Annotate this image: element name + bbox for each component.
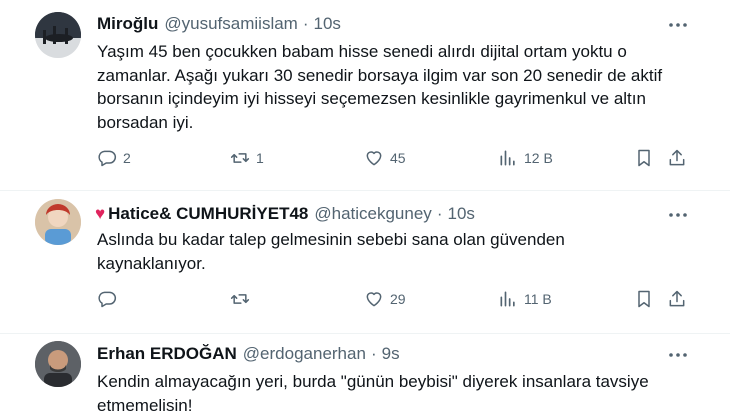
reply-button[interactable]: 2 bbox=[97, 148, 131, 168]
more-icon[interactable] bbox=[666, 13, 690, 37]
tweet-header: Miroğlu @yusufsamiislam · 10s bbox=[97, 14, 341, 34]
tweet-1[interactable]: Miroğlu @yusufsamiislam · 10s Yaşım 45 b… bbox=[0, 0, 730, 190]
separator-dot: · bbox=[436, 204, 443, 223]
views-icon bbox=[500, 150, 515, 166]
avatar[interactable] bbox=[35, 341, 81, 387]
author-handle[interactable]: @haticekguney bbox=[314, 204, 431, 224]
views-button[interactable]: 12 B bbox=[498, 148, 553, 168]
tweet-text: Kendin almayacağın yeri, burda "günün be… bbox=[97, 372, 649, 415]
avatar-image bbox=[35, 12, 81, 58]
author-name[interactable]: Erhan ERDOĞAN bbox=[97, 344, 237, 364]
author-handle[interactable]: @yusufsamiislam bbox=[164, 14, 297, 34]
like-count: 45 bbox=[390, 150, 406, 166]
reply-icon bbox=[98, 291, 117, 308]
views-count: 11 B bbox=[524, 291, 552, 307]
author-name[interactable]: Hatice& CUMHURİYET48 bbox=[108, 204, 308, 224]
avatar-image bbox=[35, 341, 81, 387]
share-button[interactable] bbox=[667, 289, 687, 309]
tweet-text: Aslında bu kadar talep gelmesinin sebebi… bbox=[97, 230, 565, 273]
views-count: 12 B bbox=[524, 150, 553, 166]
retweet-button[interactable] bbox=[230, 289, 256, 309]
tweet-3[interactable]: Erhan ERDOĞAN @erdoganerhan · 9s Kendin … bbox=[0, 334, 730, 420]
reply-icon bbox=[98, 150, 117, 167]
action-bar: 29 11 B bbox=[0, 289, 730, 313]
heart-icon bbox=[366, 292, 382, 307]
retweet-icon bbox=[230, 294, 250, 304]
author-name[interactable]: Miroğlu bbox=[97, 14, 158, 34]
avatar[interactable] bbox=[35, 12, 81, 58]
share-icon bbox=[669, 290, 685, 307]
separator-dot: · bbox=[370, 344, 377, 363]
bookmark-icon bbox=[638, 149, 650, 167]
avatar[interactable] bbox=[35, 199, 81, 245]
retweet-count: 1 bbox=[256, 150, 264, 166]
timestamp[interactable]: 10s bbox=[314, 14, 341, 34]
tweet-text: Yaşım 45 ben çocukken babam hisse senedi… bbox=[97, 42, 663, 132]
more-icon[interactable] bbox=[666, 203, 690, 227]
action-bar: 2 1 45 12 B bbox=[0, 148, 730, 172]
timestamp[interactable]: 9s bbox=[382, 344, 400, 364]
views-button[interactable]: 11 B bbox=[498, 289, 552, 309]
more-icon[interactable] bbox=[666, 343, 690, 367]
timestamp[interactable]: 10s bbox=[447, 204, 474, 224]
tweet-header: ♥ Hatice& CUMHURİYET48 @haticekguney · 1… bbox=[95, 204, 475, 224]
red-heart-icon: ♥ bbox=[95, 204, 106, 223]
views-icon bbox=[500, 291, 515, 307]
reply-button[interactable] bbox=[97, 289, 123, 309]
bookmark-button[interactable] bbox=[634, 289, 654, 309]
bookmark-button[interactable] bbox=[634, 148, 654, 168]
like-count: 29 bbox=[390, 291, 406, 307]
like-button[interactable]: 45 bbox=[364, 148, 406, 168]
retweet-icon bbox=[230, 153, 250, 163]
heart-icon bbox=[366, 151, 382, 166]
share-icon bbox=[669, 149, 685, 166]
share-button[interactable] bbox=[667, 148, 687, 168]
like-button[interactable]: 29 bbox=[364, 289, 406, 309]
avatar-image bbox=[35, 199, 81, 245]
reply-count: 2 bbox=[123, 150, 131, 166]
retweet-button[interactable]: 1 bbox=[230, 148, 264, 168]
separator-dot: · bbox=[302, 14, 309, 33]
tweet-2[interactable]: ♥ Hatice& CUMHURİYET48 @haticekguney · 1… bbox=[0, 191, 730, 333]
bookmark-icon bbox=[638, 290, 650, 308]
author-handle[interactable]: @erdoganerhan bbox=[243, 344, 366, 364]
tweet-header: Erhan ERDOĞAN @erdoganerhan · 9s bbox=[97, 344, 400, 364]
